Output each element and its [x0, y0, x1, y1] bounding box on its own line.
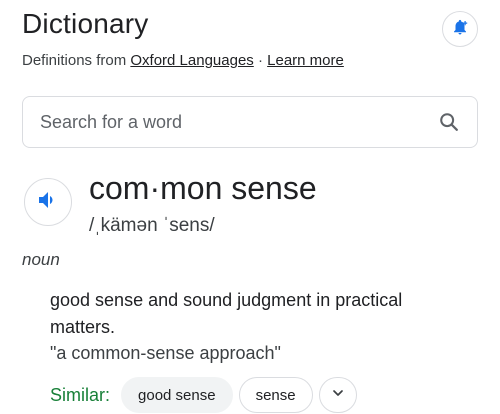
similar-chip-good-sense[interactable]: good sense — [121, 377, 233, 413]
chevron-down-icon — [330, 385, 346, 406]
headword: com·mon sense — [89, 170, 317, 206]
bell-plus-icon — [451, 18, 469, 41]
search-icon[interactable] — [437, 110, 461, 134]
source-prefix: Definitions from — [22, 52, 131, 69]
similar-label: Similar: — [50, 384, 111, 405]
example-text: "a common-sense approach" — [50, 343, 281, 363]
source-line: Definitions from Oxford Languages · Lear… — [22, 52, 344, 69]
similar-words-row: Similar: good sense sense — [50, 377, 357, 413]
pronunciation-button[interactable] — [24, 178, 72, 226]
search-box[interactable] — [22, 96, 478, 148]
speaker-icon — [36, 188, 60, 217]
phonetic-spelling: /ˌkämən ˈsens/ — [89, 215, 215, 236]
expand-similar-button[interactable] — [318, 377, 357, 413]
separator: · — [253, 52, 268, 69]
similar-chip-sense[interactable]: sense — [238, 377, 313, 413]
part-of-speech: noun — [22, 250, 60, 269]
oxford-languages-link[interactable]: Oxford Languages — [130, 52, 253, 69]
definition-text: good sense and sound judgment in practic… — [50, 290, 403, 337]
notification-button[interactable] — [442, 11, 478, 47]
page-title: Dictionary — [22, 8, 149, 39]
learn-more-link[interactable]: Learn more — [267, 52, 344, 69]
search-input[interactable] — [40, 111, 437, 133]
